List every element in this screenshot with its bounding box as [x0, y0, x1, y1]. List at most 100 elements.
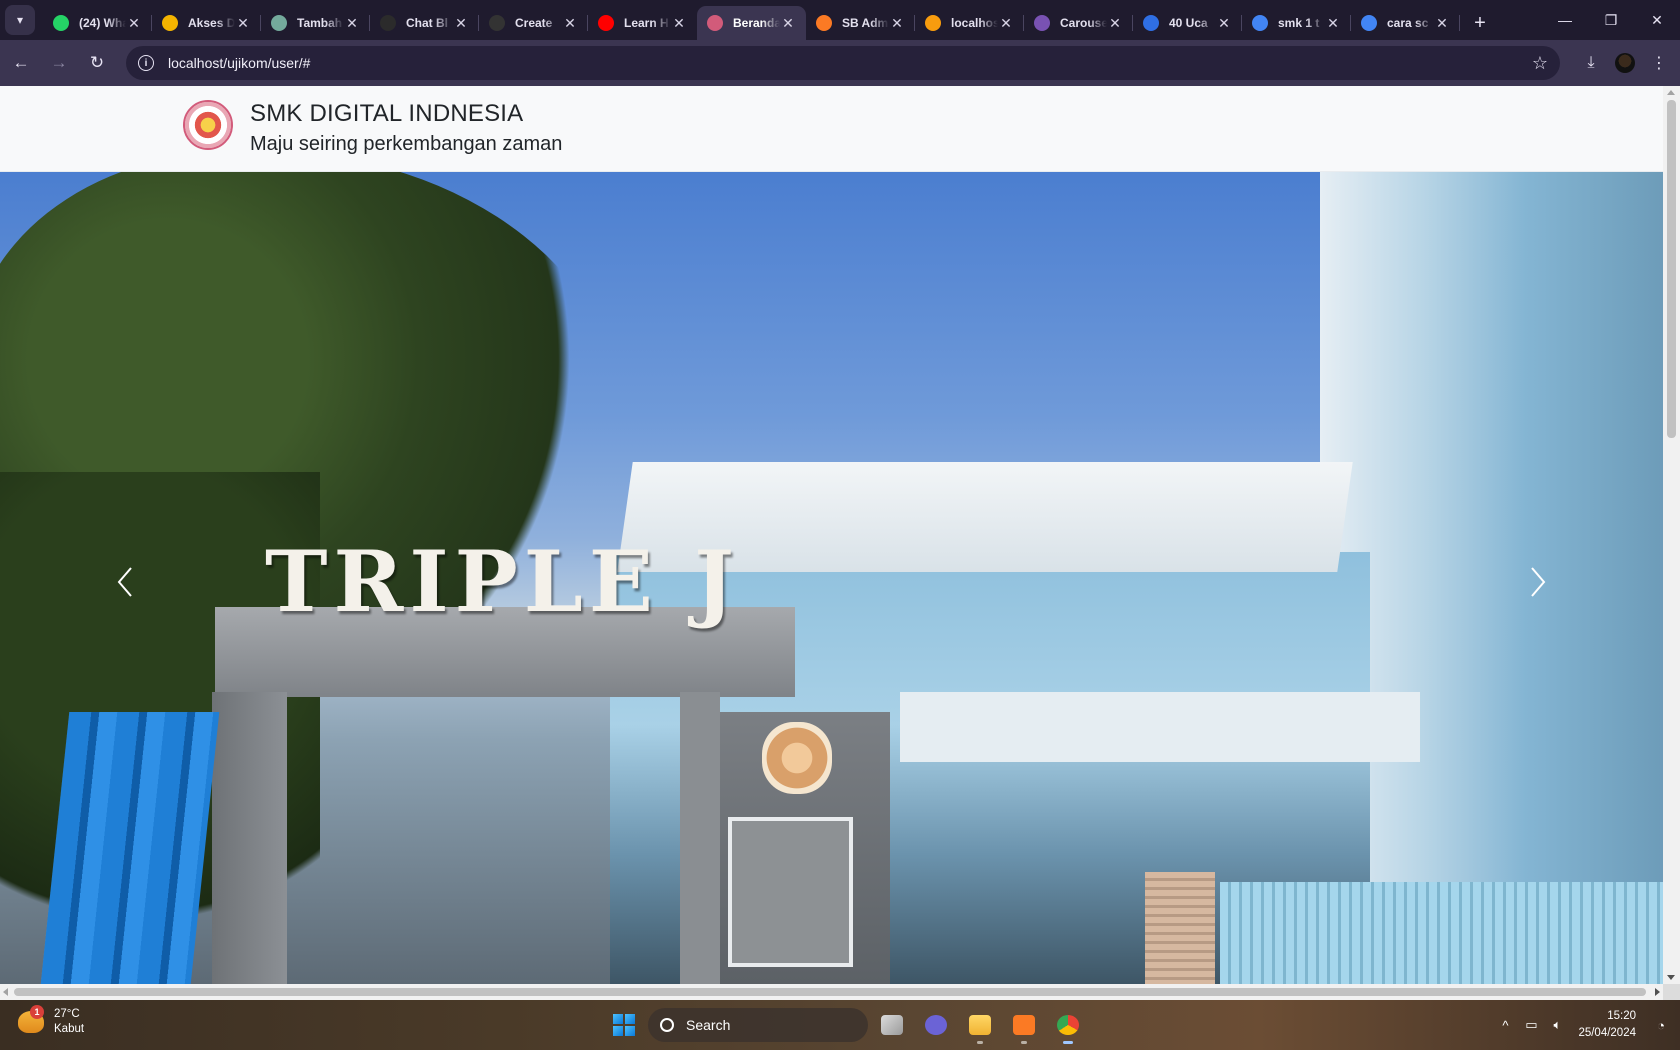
notification-center-button[interactable]: ◔ [1648, 1010, 1674, 1040]
scroll-left-arrow[interactable] [3, 988, 8, 996]
arrow-right-icon: → [50, 53, 68, 72]
chevron-down-icon: ▾ [16, 13, 24, 27]
tab-close-icon[interactable]: ✕ [1325, 15, 1341, 32]
site-info-icon[interactable]: i [138, 55, 154, 71]
scrollbar-corner [1663, 984, 1680, 1000]
reload-button[interactable]: ↻ [80, 46, 114, 80]
horizontal-scrollbar[interactable] [0, 984, 1663, 1000]
bootstrap-icon [1034, 15, 1050, 31]
download-button[interactable]: ⤓ [1574, 46, 1608, 80]
search-icon [660, 1018, 674, 1032]
browser-tab[interactable]: Beranda ✕ [697, 6, 806, 40]
tab-close-icon[interactable]: ✕ [453, 15, 469, 32]
volume-icon[interactable]: 🔈︎ [1544, 1010, 1570, 1040]
close-window-button[interactable]: ✕ [1634, 0, 1680, 40]
url-text[interactable]: localhost/ujikom/user/# [168, 55, 1532, 71]
tab-close-icon[interactable]: ✕ [235, 15, 251, 32]
tab-close-icon[interactable]: ✕ [1107, 15, 1123, 32]
xampp-button[interactable] [1004, 1005, 1044, 1045]
menu-button[interactable]: ⋮ [1642, 46, 1676, 80]
weather-widget[interactable]: 1 27°C Kabut [18, 1005, 85, 1037]
tab-close-icon[interactable]: ✕ [671, 15, 687, 32]
restore-icon: ❐ [1604, 11, 1618, 28]
window-controls: — ❐ ✕ [1542, 0, 1680, 40]
vertical-scrollbar[interactable] [1663, 86, 1680, 984]
tab-close-icon[interactable]: ✕ [562, 15, 578, 32]
restore-button[interactable]: ❐ [1588, 0, 1634, 40]
tab-title: Akses Drive [188, 16, 235, 30]
browser-tab[interactable]: Learn H ✕ [588, 6, 697, 40]
xampp-icon [816, 15, 832, 31]
tab-close-icon[interactable]: ✕ [780, 15, 796, 32]
chevron-right-icon [1531, 567, 1546, 597]
teams-chat-button[interactable] [916, 1005, 956, 1045]
youtube-icon [598, 15, 614, 31]
scroll-down-arrow[interactable] [1667, 975, 1675, 980]
clock-time: 15:20 [1607, 1010, 1636, 1022]
minimize-button[interactable]: — [1542, 0, 1588, 40]
browser-toolbar: ← → ↻ i localhost/ujikom/user/# ☆ ⤓ ⋮ [0, 40, 1680, 86]
carousel-prev-button[interactable] [95, 552, 155, 612]
browser-tab[interactable]: (24) WhatsApp✕ [43, 6, 152, 40]
scroll-right-arrow[interactable] [1655, 988, 1660, 996]
browser-tab[interactable]: Tambah ✕ [261, 6, 370, 40]
network-icon[interactable]: ▭ [1518, 1010, 1544, 1040]
browser-tab[interactable]: smk 1 t ✕ [1242, 6, 1351, 40]
tab-close-icon[interactable]: ✕ [889, 15, 905, 32]
chrome-button[interactable] [1048, 1005, 1088, 1045]
tab-close-icon[interactable]: ✕ [998, 15, 1014, 32]
kebab-menu-icon: ⋮ [1651, 55, 1667, 72]
tab-title: Tambah [297, 16, 343, 30]
tab-close-icon[interactable]: ✕ [1216, 15, 1232, 32]
tab-title: smk 1 t [1278, 16, 1320, 30]
start-button[interactable] [604, 1005, 644, 1045]
chat-icon [925, 1015, 947, 1035]
tab-search-button[interactable]: ▾ [5, 5, 35, 35]
file-explorer-button[interactable] [960, 1005, 1000, 1045]
show-hidden-icons-button[interactable]: ^ [1492, 1010, 1518, 1040]
chevron-left-icon [117, 567, 132, 597]
download-icon: ⤓ [1587, 54, 1595, 71]
taskbar-search[interactable]: Search [648, 1008, 868, 1042]
browser-tab[interactable]: Chat Bl ✕ [370, 6, 479, 40]
back-button[interactable]: ← [4, 46, 38, 80]
weather-icon: 1 [18, 1005, 44, 1033]
windows-taskbar: 1 27°C Kabut Search ^ ▭ 🔈︎ 15:20 25/04/2… [0, 1000, 1680, 1050]
new-tab-button[interactable]: + [1466, 9, 1494, 37]
bookmark-star-icon[interactable]: ☆ [1532, 53, 1548, 74]
brand-title[interactable]: SMK DIGITAL INDNESIA [250, 100, 523, 128]
browser-tab[interactable]: Carousel ✕ [1024, 6, 1133, 40]
horizontal-scroll-thumb[interactable] [14, 988, 1646, 996]
windows-logo-icon [613, 1014, 635, 1036]
browser-tab[interactable]: Create ✕ [479, 6, 588, 40]
tab-close-icon[interactable]: ✕ [1434, 15, 1450, 32]
site-navbar: SMK DIGITAL INDNESIA Maju seiring perkem… [0, 86, 1663, 172]
forward-button[interactable]: → [42, 46, 76, 80]
address-bar[interactable]: i localhost/ujikom/user/# ☆ [126, 46, 1560, 80]
chrome-icon [1057, 1015, 1079, 1035]
tab-title: Learn H [624, 16, 669, 30]
school-logo[interactable] [183, 100, 233, 150]
browser-tab[interactable]: 40 Uca ✕ [1133, 6, 1242, 40]
browser-tab[interactable]: localhost✕ [915, 6, 1024, 40]
clock-date: 25/04/2024 [1578, 1027, 1636, 1039]
profile-avatar[interactable] [1615, 53, 1635, 73]
vertical-scroll-thumb[interactable] [1667, 100, 1676, 438]
browser-tab[interactable]: Akses Drive✕ [152, 6, 261, 40]
weather-description: Kabut [54, 1023, 85, 1035]
close-icon: ✕ [1651, 11, 1663, 28]
browser-tab[interactable]: SB Adm ✕ [806, 6, 915, 40]
tab-close-icon[interactable]: ✕ [344, 15, 360, 32]
minimize-icon: — [1558, 12, 1572, 28]
tab-title: Beranda [733, 16, 780, 30]
clock[interactable]: 15:20 25/04/2024 [1578, 1008, 1636, 1042]
carousel-next-button[interactable] [1508, 552, 1568, 612]
school-logo-icon [707, 15, 723, 31]
system-tray: ^ ▭ 🔈︎ 15:20 25/04/2024 ◔ [1492, 1000, 1680, 1050]
notification-badge: 1 [30, 1005, 44, 1019]
task-view-button[interactable] [872, 1005, 912, 1045]
browser-tab[interactable]: cara sc ✕ [1351, 6, 1460, 40]
scroll-up-arrow[interactable] [1667, 90, 1675, 95]
tab-title: SB Adm [842, 16, 889, 30]
tab-close-icon[interactable]: ✕ [126, 15, 142, 32]
